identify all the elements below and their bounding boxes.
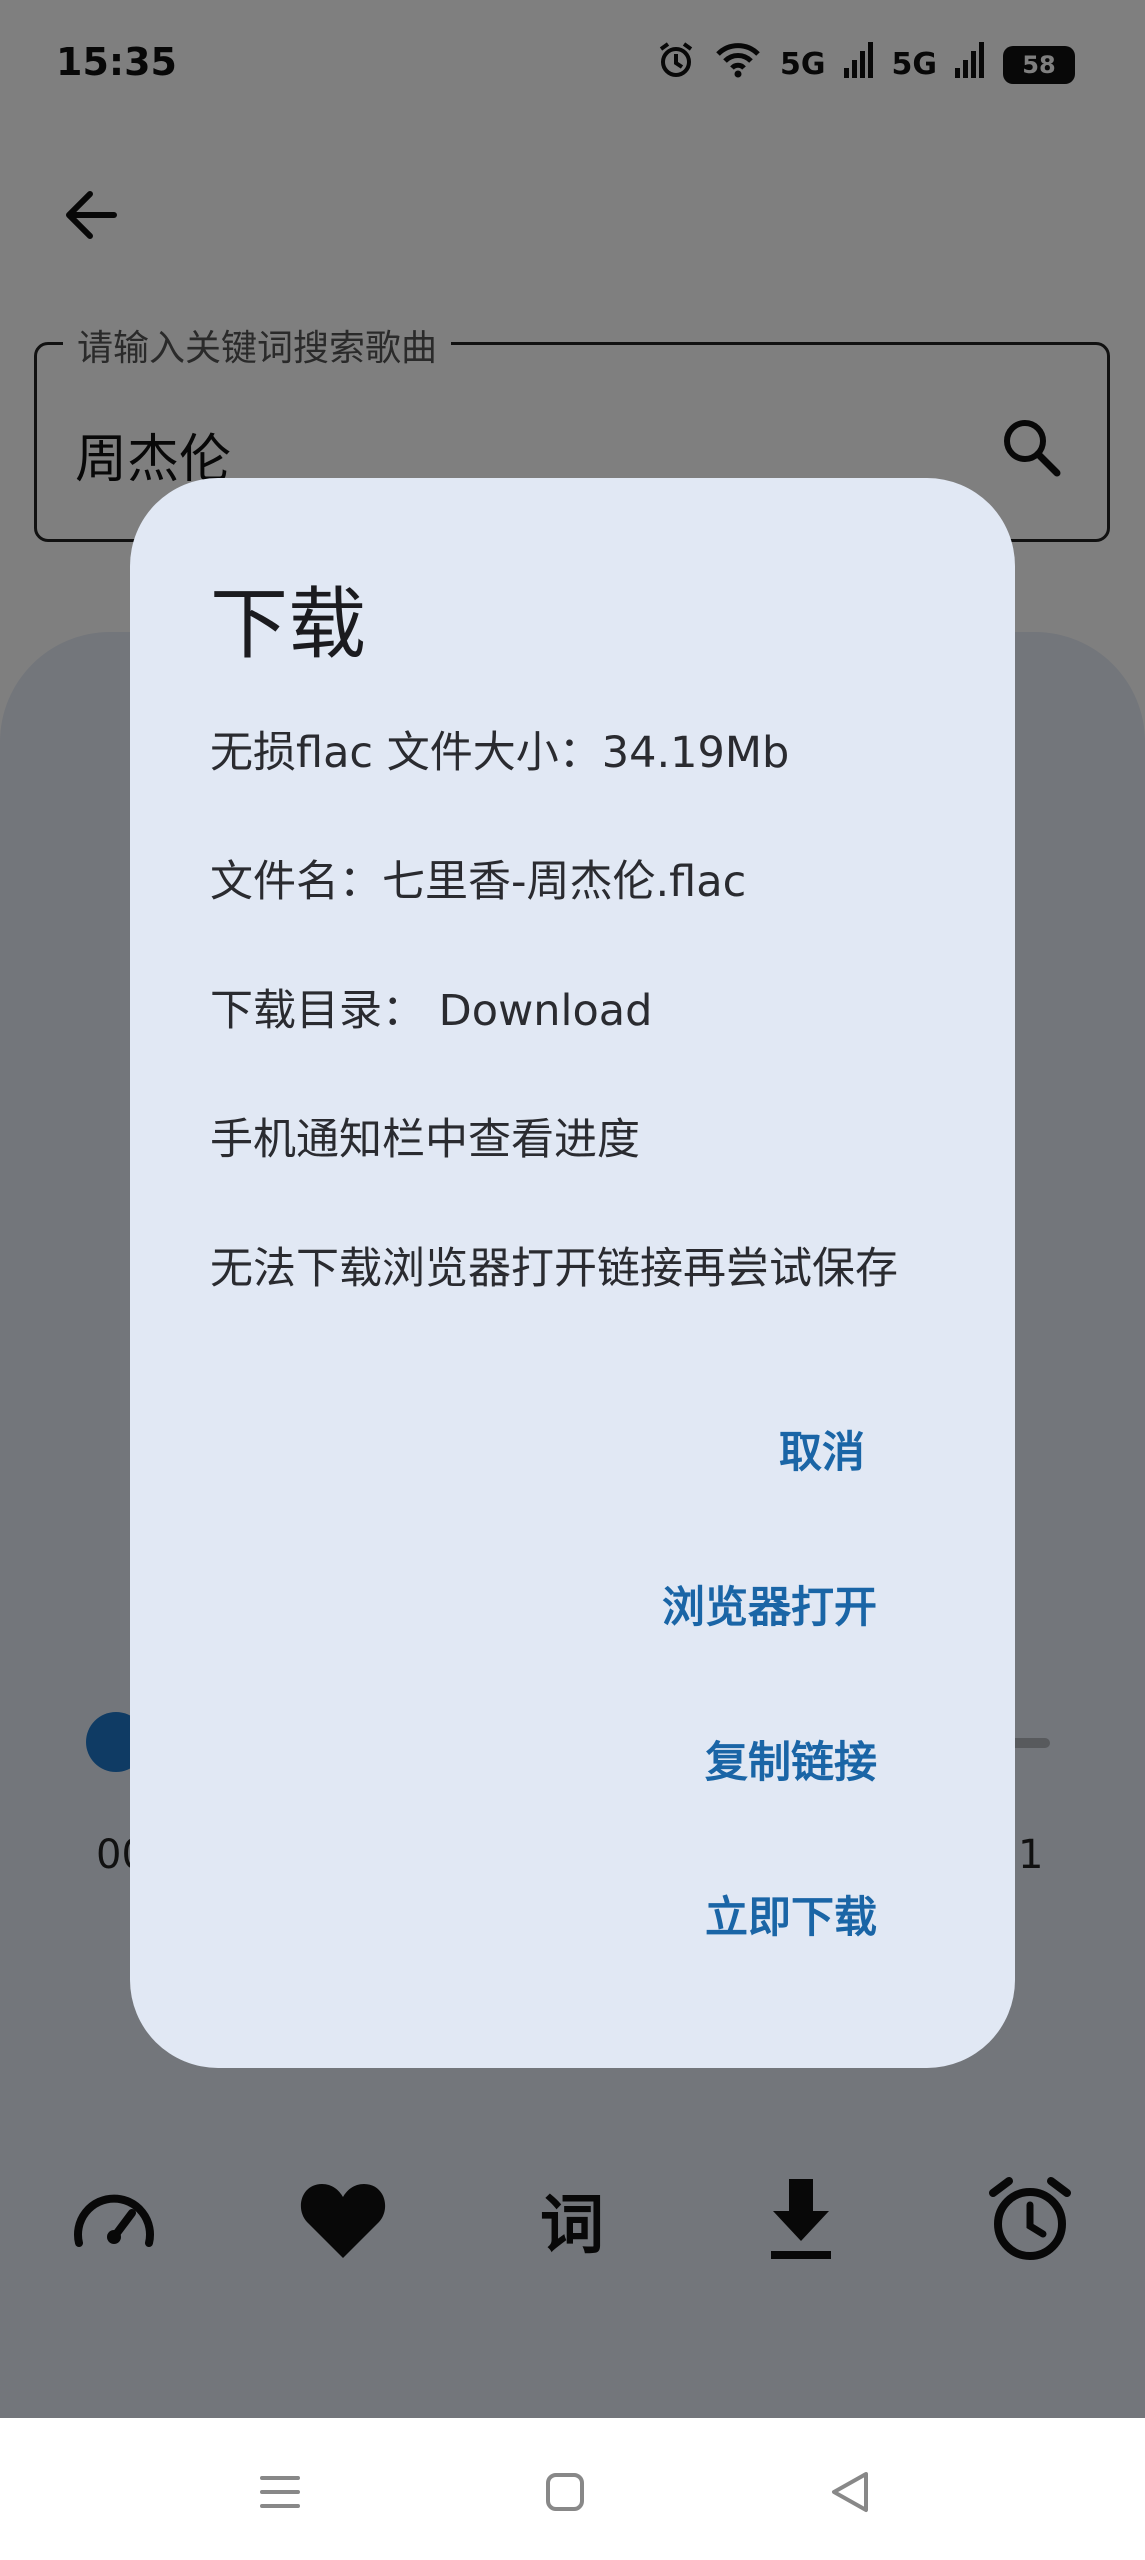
download-now-button[interactable]: 立即下载 bbox=[685, 1869, 897, 1959]
back-triangle-icon[interactable] bbox=[820, 2462, 880, 2522]
file-size-text: 无损flac 文件大小：34.19Mb bbox=[210, 728, 790, 778]
home-icon[interactable] bbox=[535, 2462, 595, 2522]
system-nav-bar bbox=[0, 2418, 1145, 2560]
menu-icon[interactable] bbox=[250, 2462, 310, 2522]
file-name-text: 文件名：七里香-周杰伦.flac bbox=[210, 857, 747, 907]
dialog-title: 下载 bbox=[210, 580, 367, 670]
cancel-button[interactable]: 取消 bbox=[759, 1404, 885, 1494]
progress-hint-text: 手机通知栏中查看进度 bbox=[210, 1115, 640, 1165]
open-browser-button[interactable]: 浏览器打开 bbox=[642, 1559, 897, 1649]
download-dir-text: 下载目录： Download bbox=[210, 986, 653, 1036]
download-dialog: 下载 无损flac 文件大小：34.19Mb 文件名：七里香-周杰伦.flac … bbox=[130, 478, 1015, 2068]
copy-link-button[interactable]: 复制链接 bbox=[685, 1714, 897, 1804]
fallback-hint-text: 无法下载浏览器打开链接再尝试保存 bbox=[210, 1244, 898, 1294]
